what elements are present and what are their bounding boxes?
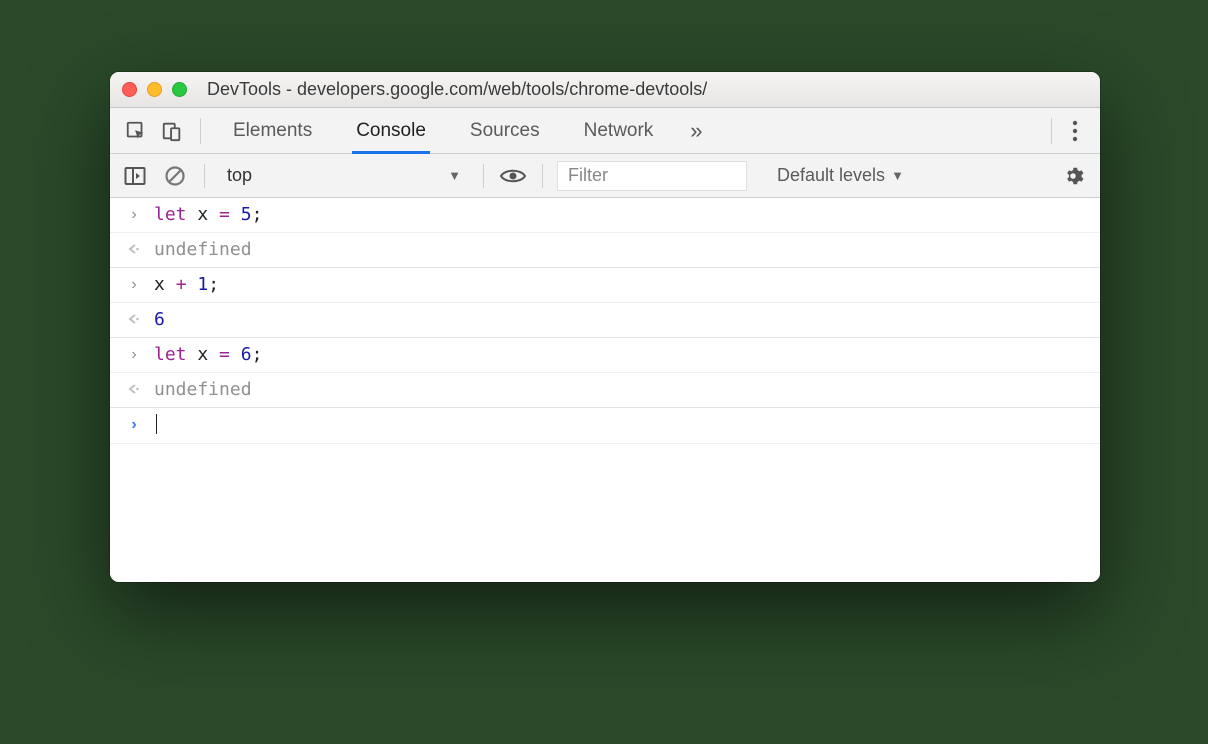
row-content: x + 1;	[146, 274, 1088, 296]
separator	[542, 164, 543, 188]
output-arrow-icon	[122, 309, 146, 331]
tab-label: Sources	[470, 120, 540, 142]
row-content: let x = 6;	[146, 344, 1088, 366]
prompt-icon: ›	[122, 414, 146, 436]
devtools-window: DevTools - developers.google.com/web/too…	[110, 72, 1100, 582]
eye-icon	[500, 167, 526, 185]
console-row-prompt[interactable]: ›	[110, 408, 1100, 444]
row-content: undefined	[146, 379, 1088, 401]
devtools-tabbar: Elements Console Sources Network »	[110, 108, 1100, 154]
console-toolbar: top ▼ Default levels ▼	[110, 154, 1100, 198]
separator	[200, 118, 201, 144]
log-levels-select[interactable]: Default levels ▼	[777, 165, 904, 186]
tab-label: Network	[584, 120, 654, 142]
output-arrow-icon	[122, 239, 146, 261]
more-tabs-button[interactable]: »	[675, 118, 717, 144]
console-settings-button[interactable]	[1056, 165, 1090, 187]
console-row-output: undefined	[110, 233, 1100, 268]
inspect-element-icon[interactable]	[118, 113, 154, 149]
context-select[interactable]: top ▼	[219, 163, 469, 188]
row-content: let x = 5;	[146, 204, 1088, 226]
separator	[483, 164, 484, 188]
tab-label: Elements	[233, 120, 312, 142]
clear-console-button[interactable]	[160, 161, 190, 191]
separator	[204, 164, 205, 188]
tabs-container: Elements Console Sources Network	[211, 108, 675, 153]
tab-label: Console	[356, 120, 426, 142]
kebab-icon	[1072, 120, 1078, 142]
log-levels-label: Default levels	[777, 165, 885, 186]
console-row-output: undefined	[110, 373, 1100, 408]
gear-icon	[1062, 165, 1084, 187]
tab-sources[interactable]: Sources	[448, 108, 562, 153]
window-title: DevTools - developers.google.com/web/too…	[207, 79, 707, 100]
more-options-button[interactable]	[1058, 120, 1092, 142]
sidebar-icon	[124, 166, 146, 186]
input-arrow-icon: ›	[122, 274, 146, 296]
toggle-sidebar-button[interactable]	[120, 161, 150, 191]
filter-input[interactable]	[557, 161, 747, 191]
input-arrow-icon: ›	[122, 204, 146, 226]
minimize-window-button[interactable]	[147, 82, 162, 97]
console-output[interactable]: ›let x = 5;undefined›x + 1;6›let x = 6;u…	[110, 198, 1100, 582]
titlebar: DevTools - developers.google.com/web/too…	[110, 72, 1100, 108]
separator	[1051, 118, 1052, 144]
tab-network[interactable]: Network	[562, 108, 676, 153]
chevron-down-icon: ▼	[448, 168, 461, 183]
console-row-output: 6	[110, 303, 1100, 338]
row-content: 6	[146, 309, 1088, 331]
tab-elements[interactable]: Elements	[211, 108, 334, 153]
console-row-input: ›let x = 6;	[110, 338, 1100, 373]
clear-icon	[164, 165, 186, 187]
maximize-window-button[interactable]	[172, 82, 187, 97]
input-arrow-icon: ›	[122, 344, 146, 366]
text-cursor	[156, 414, 157, 434]
console-row-input: ›x + 1;	[110, 268, 1100, 303]
output-arrow-icon	[122, 379, 146, 401]
close-window-button[interactable]	[122, 82, 137, 97]
tab-console[interactable]: Console	[334, 108, 448, 153]
traffic-lights	[122, 82, 187, 97]
context-label: top	[227, 165, 252, 186]
row-content: undefined	[146, 239, 1088, 261]
console-row-input: ›let x = 5;	[110, 198, 1100, 233]
chevron-down-icon: ▼	[891, 168, 904, 183]
live-expression-button[interactable]	[498, 161, 528, 191]
device-toggle-icon[interactable]	[154, 113, 190, 149]
row-content	[146, 414, 1088, 437]
chevron-right-double-icon: »	[690, 118, 702, 144]
